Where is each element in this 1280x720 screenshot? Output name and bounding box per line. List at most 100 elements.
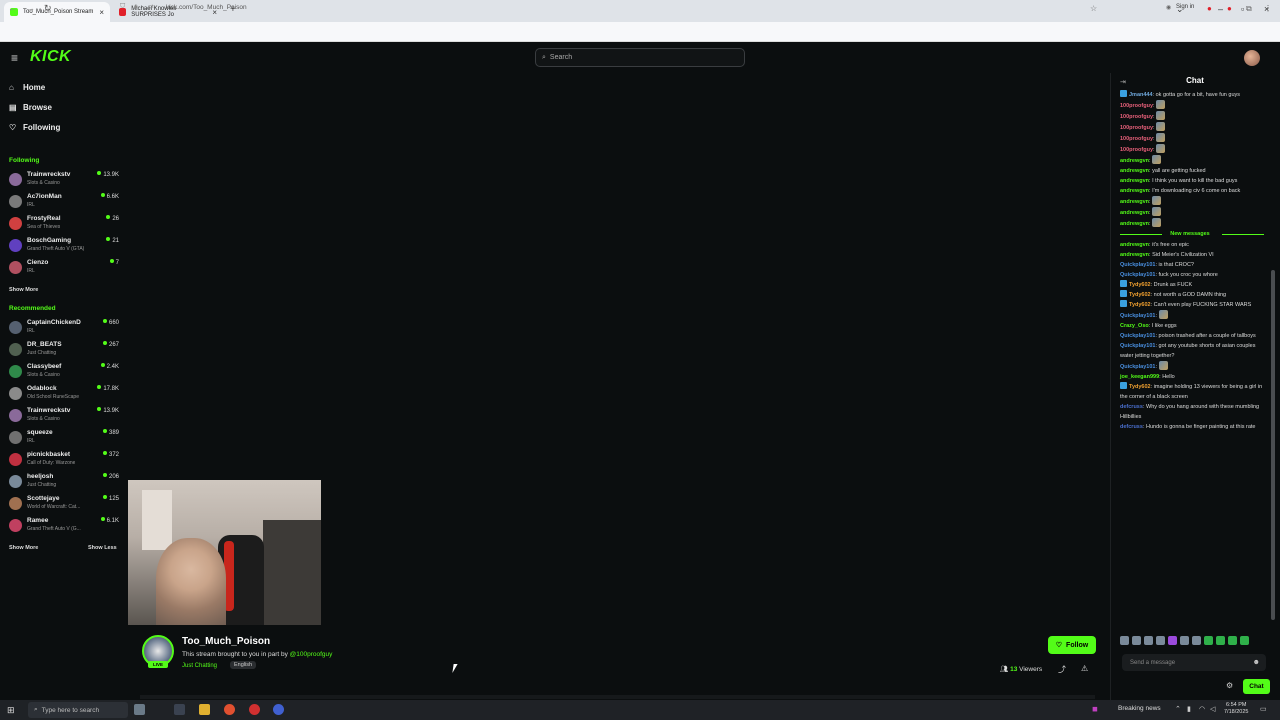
hamburger-menu-icon[interactable]: ≡	[11, 51, 18, 65]
sidebar-channel[interactable]: BoschGaming Grand Theft Auto V (GTA) 21	[9, 237, 121, 257]
adblock-extension-icon[interactable]: ●	[1227, 4, 1232, 13]
new-messages-divider[interactable]: New messages	[1116, 229, 1264, 240]
chat-username[interactable]: Quickplay101	[1120, 313, 1155, 319]
url-field[interactable]: kick.com/Too_Much_Poison	[166, 4, 247, 11]
stream-title-mention[interactable]: @100proofguy	[290, 651, 333, 658]
recommended-show-less-button[interactable]: Show Less	[88, 545, 117, 551]
maximize-icon[interactable]: ▫	[1241, 4, 1244, 14]
stream-category-link[interactable]: Just Chatting	[182, 663, 217, 669]
sidebar-nav-browse[interactable]: ▤ Browse	[9, 103, 52, 112]
chat-username[interactable]: Tydy602	[1129, 292, 1151, 298]
sidebar-channel[interactable]: Cienzo IRL 7	[9, 259, 121, 279]
emote-icon[interactable]	[1120, 636, 1129, 645]
news-ticker[interactable]: Breaking news	[1118, 705, 1161, 712]
chat-username[interactable]: andrewgvn	[1120, 252, 1149, 258]
extensions-icon[interactable]: ⧉	[1246, 4, 1252, 14]
notification-icon[interactable]: ▭	[1260, 705, 1267, 713]
opera-extension-icon[interactable]: ●	[1207, 4, 1212, 13]
sidebar-channel[interactable]: Trainwreckstv Slots & Casino 13.9K	[9, 407, 121, 427]
emote-icon[interactable]	[1180, 636, 1189, 645]
chrome-icon[interactable]	[273, 704, 284, 715]
streamer-name[interactable]: Too_Much_Poison	[182, 636, 270, 647]
recommended-show-more-button[interactable]: Show More	[9, 545, 38, 551]
account-icon[interactable]: ◉	[1166, 4, 1171, 11]
chat-scrollbar[interactable]	[1271, 270, 1275, 620]
menu-dots-icon[interactable]: ⋮	[1264, 4, 1272, 13]
emote-icon[interactable]	[1144, 636, 1153, 645]
chat-username[interactable]: Quickplay101	[1120, 343, 1155, 349]
user-avatar[interactable]	[1244, 50, 1260, 66]
chat-username[interactable]: andrewgvn	[1120, 168, 1149, 174]
reload-icon[interactable]: ↻	[44, 3, 52, 14]
kick-logo[interactable]: KICK	[30, 48, 71, 66]
chat-username[interactable]: andrewgvn	[1120, 221, 1149, 227]
sidebar-channel[interactable]: Scottejaye World of Warcraft: Cat... 125	[9, 495, 121, 515]
chat-username[interactable]: Tydy602	[1129, 282, 1151, 288]
follow-button[interactable]: ♡ Follow	[1048, 636, 1096, 654]
forward-icon[interactable]: →	[26, 3, 35, 13]
chat-username[interactable]: 100proofguy	[1120, 147, 1153, 153]
chat-username[interactable]: Quickplay101	[1120, 262, 1155, 268]
report-warning-icon[interactable]: ⚠	[1081, 664, 1088, 673]
emote-icon[interactable]	[1132, 636, 1141, 645]
taskbar-widget-icon[interactable]	[134, 704, 145, 715]
sidebar-nav-home[interactable]: ⌂ Home	[9, 83, 45, 92]
chat-message-input[interactable]: Send a message ☻	[1122, 654, 1266, 671]
send-chat-button[interactable]: Chat	[1243, 679, 1270, 694]
chat-username[interactable]: Jman444	[1129, 92, 1153, 98]
firefox-icon[interactable]	[224, 704, 235, 715]
chat-username[interactable]: Crazy_Oso	[1120, 323, 1149, 329]
close-tab-icon[interactable]: ×	[99, 8, 104, 17]
chat-username[interactable]: andrewgvn	[1120, 199, 1149, 205]
emote-icon[interactable]	[1204, 636, 1213, 645]
task-view-icon[interactable]	[174, 704, 185, 715]
sidebar-channel[interactable]: Trainwreckstv Slots & Casino 13.9K	[9, 171, 121, 191]
chat-username[interactable]: 100proofguy	[1120, 125, 1153, 131]
language-tag[interactable]: English	[230, 661, 257, 669]
back-icon[interactable]: ←	[8, 3, 17, 13]
chat-username[interactable]: andrewgvn	[1120, 242, 1149, 248]
chat-username[interactable]: andrewgvn	[1120, 210, 1149, 216]
chat-username[interactable]: andrewgvn	[1120, 178, 1149, 184]
emote-icon[interactable]	[1192, 636, 1201, 645]
chat-settings-gear-icon[interactable]: ⚙	[1226, 681, 1233, 690]
sign-in-button[interactable]: Sign in	[1176, 4, 1194, 10]
site-settings-icon[interactable]: ⇄	[148, 3, 154, 11]
chat-username[interactable]: Quickplay101	[1120, 272, 1155, 278]
windows-start-icon[interactable]: ⊞	[7, 705, 15, 716]
bookmark-star-icon[interactable]: ☆	[1090, 4, 1097, 13]
chat-username[interactable]: andrewgvn	[1120, 158, 1149, 164]
chat-username[interactable]: 100proofguy	[1120, 103, 1153, 109]
emoji-picker-icon[interactable]: ☻	[1253, 659, 1260, 666]
search-input[interactable]: ⌕ Search	[535, 48, 745, 67]
chat-username[interactable]: 100proofguy	[1120, 114, 1153, 120]
sidebar-channel[interactable]: Ac7ionMan IRL 6.6K	[9, 193, 121, 213]
chat-username[interactable]: Quickplay101	[1120, 364, 1155, 370]
chat-username[interactable]: andrewgvn	[1120, 188, 1149, 194]
share-icon[interactable]: ⤴	[1058, 664, 1066, 675]
sidebar-channel[interactable]: CaptainChickenD IRL 660	[9, 319, 121, 339]
emote-icon[interactable]	[1156, 636, 1165, 645]
sidebar-channel[interactable]: DR_BEATS Just Chatting 267	[9, 341, 121, 361]
lock-icon[interactable]: 🔒︎	[134, 3, 138, 11]
chat-username[interactable]: defcruss	[1120, 424, 1143, 430]
tray-chevron-icon[interactable]: ⌃	[1175, 705, 1181, 713]
browser-tab-active[interactable]: Too_Much_Poison Stream ×	[4, 2, 110, 22]
sidebar-channel[interactable]: Ramee Grand Theft Auto V (G... 6.1K	[9, 517, 121, 537]
emote-icon[interactable]	[1240, 636, 1249, 645]
chat-username[interactable]: Tydy602	[1129, 384, 1151, 390]
emote-icon[interactable]	[1168, 636, 1177, 645]
chat-username[interactable]: 100proofguy	[1120, 136, 1153, 142]
wifi-icon[interactable]: ◠	[1199, 705, 1205, 713]
shield-icon[interactable]: ⛉	[120, 3, 125, 11]
taskbar-clock[interactable]: 6:54 PM 7/18/2025	[1224, 702, 1248, 716]
chat-username[interactable]: Tydy602	[1129, 302, 1151, 308]
sidebar-channel[interactable]: squeeze IRL 389	[9, 429, 121, 449]
sidebar-channel[interactable]: Odablock Old School RuneScape 17.8K	[9, 385, 121, 405]
emote-icon[interactable]	[1228, 636, 1237, 645]
chat-username[interactable]: Quickplay101	[1120, 333, 1155, 339]
sidebar-channel[interactable]: picnickbasket Call of Duty: Warzone 372	[9, 451, 121, 471]
following-show-more-button[interactable]: Show More	[9, 287, 38, 293]
volume-icon[interactable]: ◁	[1210, 705, 1215, 713]
sidebar-channel[interactable]: heeljosh Just Chatting 206	[9, 473, 121, 493]
